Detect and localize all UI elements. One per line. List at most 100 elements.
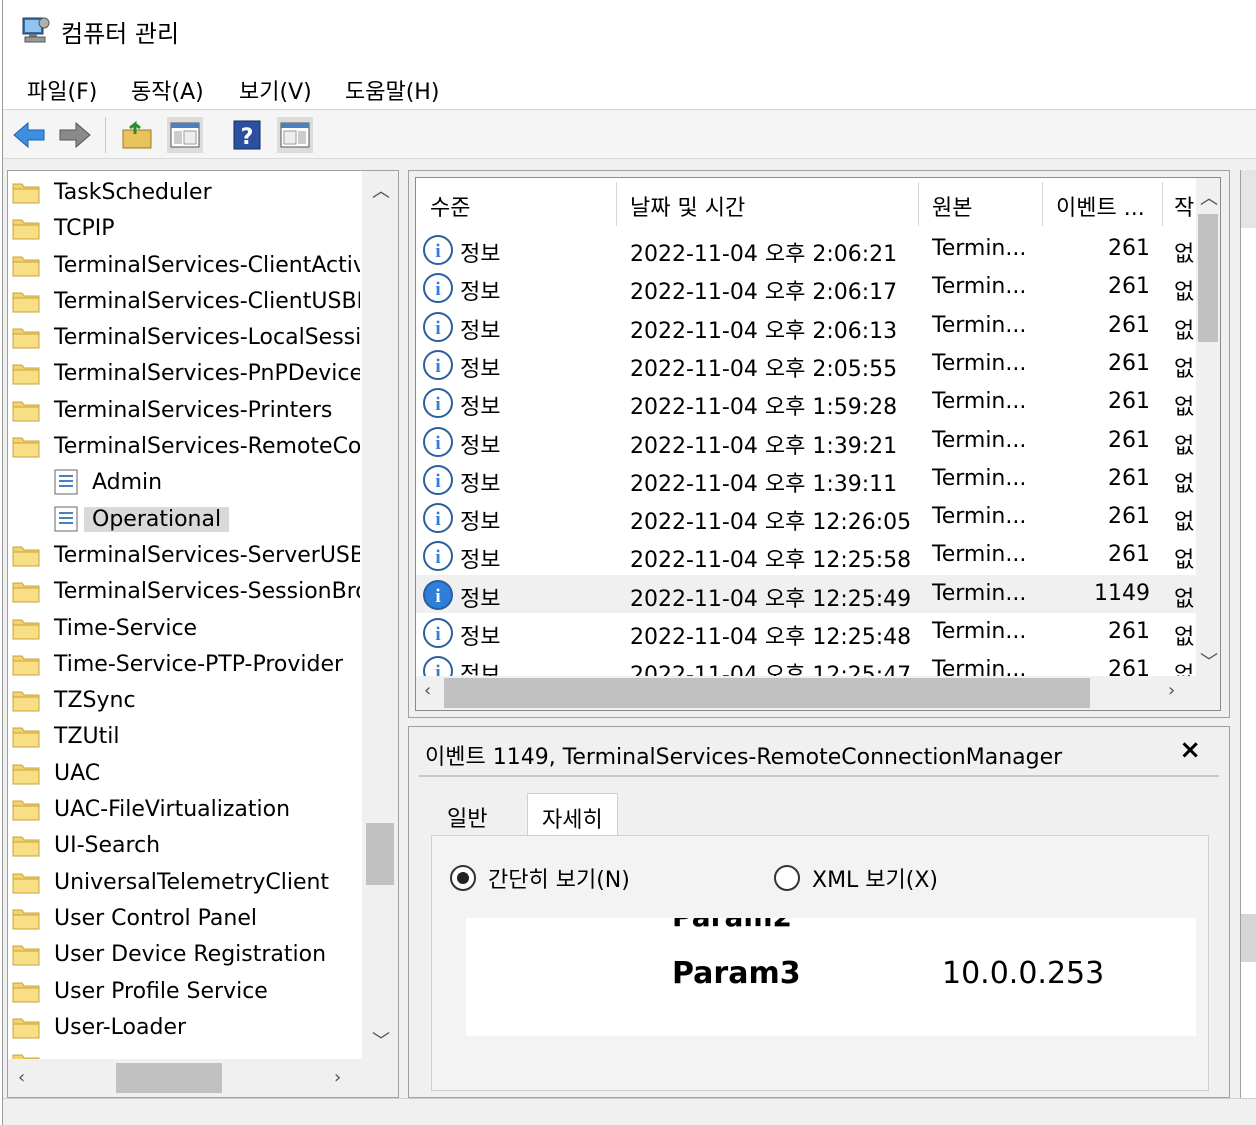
column-divider[interactable] (1162, 182, 1163, 226)
scroll-left-arrow-icon[interactable]: ‹ (18, 1067, 25, 1088)
tree-item[interactable]: User Device Registration (8, 937, 360, 973)
scroll-down-arrow-icon[interactable]: ﹀ (1200, 648, 1218, 674)
tree-item[interactable]: TerminalServices-PnPDevices (8, 356, 360, 392)
column-level[interactable]: 수준 (430, 190, 470, 222)
show-hide-tree-button[interactable] (167, 117, 203, 153)
tree-item[interactable]: User Control Panel (8, 901, 360, 937)
event-source: Termin... (932, 580, 1027, 606)
event-row[interactable]: i 정보 2022-11-04 오후 1:59:28 Termin... 261 없 (416, 383, 1196, 421)
menu-file[interactable]: 파일(F) (23, 72, 101, 108)
tree-item[interactable]: UAC (8, 756, 360, 792)
menu-view[interactable]: 보기(V) (235, 72, 316, 108)
event-list-vertical-scroll-thumb[interactable] (1198, 214, 1218, 342)
scroll-left-arrow-icon[interactable]: ‹ (424, 680, 431, 701)
event-row[interactable]: i 정보 2022-11-04 오후 2:05:55 Termin... 261 없 (416, 345, 1196, 383)
xml-view-radio[interactable]: XML 보기(X) (774, 862, 938, 894)
tree-item[interactable]: Admin (8, 465, 360, 501)
svg-text:i: i (435, 394, 440, 415)
tree-item[interactable]: TerminalServices-LocalSession (8, 320, 360, 356)
column-source[interactable]: 원본 (932, 190, 972, 222)
tree-horizontal-scrollbar[interactable]: ‹ › (8, 1059, 398, 1097)
tree-item[interactable]: TZSync (8, 683, 360, 719)
tree-horizontal-scroll-thumb[interactable] (116, 1063, 222, 1093)
tree-item[interactable]: TerminalServices-ClientUSBD (8, 284, 360, 320)
event-datetime: 2022-11-04 오후 12:26:05 (630, 510, 912, 536)
scroll-right-arrow-icon[interactable]: › (334, 1067, 341, 1088)
tree-item[interactable]: Time-Service-PTP-Provider (8, 647, 360, 683)
column-divider[interactable] (616, 182, 617, 226)
event-list-vertical-scrollbar[interactable]: ︿ ﹀ (1196, 178, 1220, 676)
event-row[interactable]: i 정보 2022-11-04 오후 2:06:17 Termin... 261 없 (416, 268, 1196, 306)
event-source: Termin... (932, 619, 1027, 644)
folder-icon (12, 909, 40, 930)
event-source: Termin... (932, 427, 1027, 453)
up-button[interactable] (119, 117, 155, 153)
tree-item-label: Time-Service-PTP-Provider (54, 651, 344, 677)
column-divider[interactable] (918, 182, 919, 226)
column-datetime[interactable]: 날짜 및 시간 (630, 190, 745, 222)
event-task-category: 없 (1174, 471, 1195, 497)
event-row[interactable]: i 정보 2022-11-04 오후 2:06:13 Termin... 261 없 (416, 307, 1196, 345)
scroll-up-arrow-icon[interactable]: ︿ (372, 177, 390, 203)
help-button[interactable]: ? (229, 117, 265, 153)
tree-item[interactable]: TCPIP (8, 211, 360, 247)
event-datetime: 2022-11-04 오후 1:59:28 (630, 395, 898, 421)
event-level: 정보 (460, 242, 501, 267)
friendly-view-radio[interactable]: 간단히 보기(N) (450, 862, 630, 894)
tab-general[interactable]: 일반 (433, 793, 501, 837)
event-row[interactable]: i 정보 2022-11-04 오후 1:39:21 Termin... 261 없 (416, 422, 1196, 460)
tree-vertical-scroll-thumb[interactable] (366, 823, 394, 885)
radio-unselected-icon (774, 865, 800, 891)
tree-item[interactable]: TerminalServices-ClientActive (8, 248, 360, 284)
event-row[interactable]: i 정보 2022-11-04 오후 12:25:48 Termin... 261 없 (416, 613, 1196, 651)
event-log-icon (54, 469, 78, 495)
event-row[interactable]: i 정보 2022-11-04 오후 2:06:21 Termin... 261 없 (416, 230, 1196, 268)
tree-item[interactable]: TaskScheduler (8, 175, 360, 211)
event-row[interactable]: i 정보 2022-11-04 오후 12:25:49 Termin... 1149 없 (416, 574, 1196, 613)
event-datetime: 2022-11-04 오후 2:06:21 (630, 242, 898, 267)
tree-item[interactable]: User-Loader (8, 1010, 360, 1046)
event-detail-pane: 이벤트 1149, TerminalServices-RemoteConnect… (408, 726, 1230, 1098)
scroll-up-arrow-icon[interactable]: ︿ (1200, 184, 1218, 210)
column-divider[interactable] (1042, 182, 1043, 226)
event-source: Termin... (932, 504, 1027, 530)
svg-text:i: i (435, 279, 440, 300)
forward-button[interactable] (57, 117, 93, 153)
tree-item-label: TerminalServices-LocalSession (54, 325, 360, 351)
help-icon: ? (233, 120, 261, 150)
tab-details[interactable]: 자세히 (527, 793, 618, 837)
column-event-id[interactable]: 이벤트 ... (1056, 190, 1145, 222)
menu-help[interactable]: 도움말(H) (341, 72, 443, 108)
event-row[interactable]: i 정보 2022-11-04 오후 12:25:58 Termin... 261 없 (416, 536, 1196, 574)
event-list-horizontal-scroll-thumb[interactable] (444, 678, 1090, 708)
tree-item[interactable]: UniversalTelemetryClient (8, 865, 360, 901)
event-list-horizontal-scrollbar[interactable]: ‹ › (416, 676, 1220, 710)
tree-item[interactable]: User Profile Service (8, 974, 360, 1010)
event-row[interactable]: i 정보 2022-11-04 오후 1:39:11 Termin... 261 없 (416, 460, 1196, 498)
event-row[interactable]: i 정보 2022-11-04 오후 12:26:05 Termin... 261 없 (416, 498, 1196, 536)
tree-item[interactable]: UI-Search (8, 828, 360, 864)
column-task[interactable]: 작 (1174, 190, 1194, 222)
param-key: Param2 (672, 918, 792, 933)
tree-item[interactable]: Time-Service (8, 611, 360, 647)
tree-vertical-scrollbar[interactable]: ︿ ﹀ (362, 171, 398, 1059)
menu-action[interactable]: 동작(A) (127, 72, 208, 108)
back-button[interactable] (11, 117, 47, 153)
close-icon[interactable]: × (1179, 735, 1201, 765)
show-hide-action-button[interactable] (277, 117, 313, 153)
scroll-down-arrow-icon[interactable]: ﹀ (372, 1027, 390, 1053)
tree-item[interactable]: TerminalServices-Printers (8, 393, 360, 429)
event-id: 261 (1108, 542, 1150, 568)
tree-item[interactable]: TerminalServices-SessionBrok (8, 574, 360, 610)
tree-item-label: TerminalServices-ClientActive (54, 252, 360, 278)
info-icon: i (423, 273, 453, 304)
scroll-right-arrow-icon[interactable]: › (1168, 680, 1175, 701)
event-id: 261 (1108, 619, 1150, 644)
tree-item[interactable]: Operational (8, 502, 360, 538)
tree-item[interactable]: TerminalServices-RemoteCon (8, 429, 360, 465)
divider (419, 775, 1219, 777)
tree-item[interactable]: TZUtil (8, 719, 360, 755)
event-level: 정보 (460, 356, 501, 382)
tree-item[interactable]: UAC-FileVirtualization (8, 792, 360, 828)
tree-item[interactable]: TerminalServices-ServerUSBD (8, 538, 360, 574)
